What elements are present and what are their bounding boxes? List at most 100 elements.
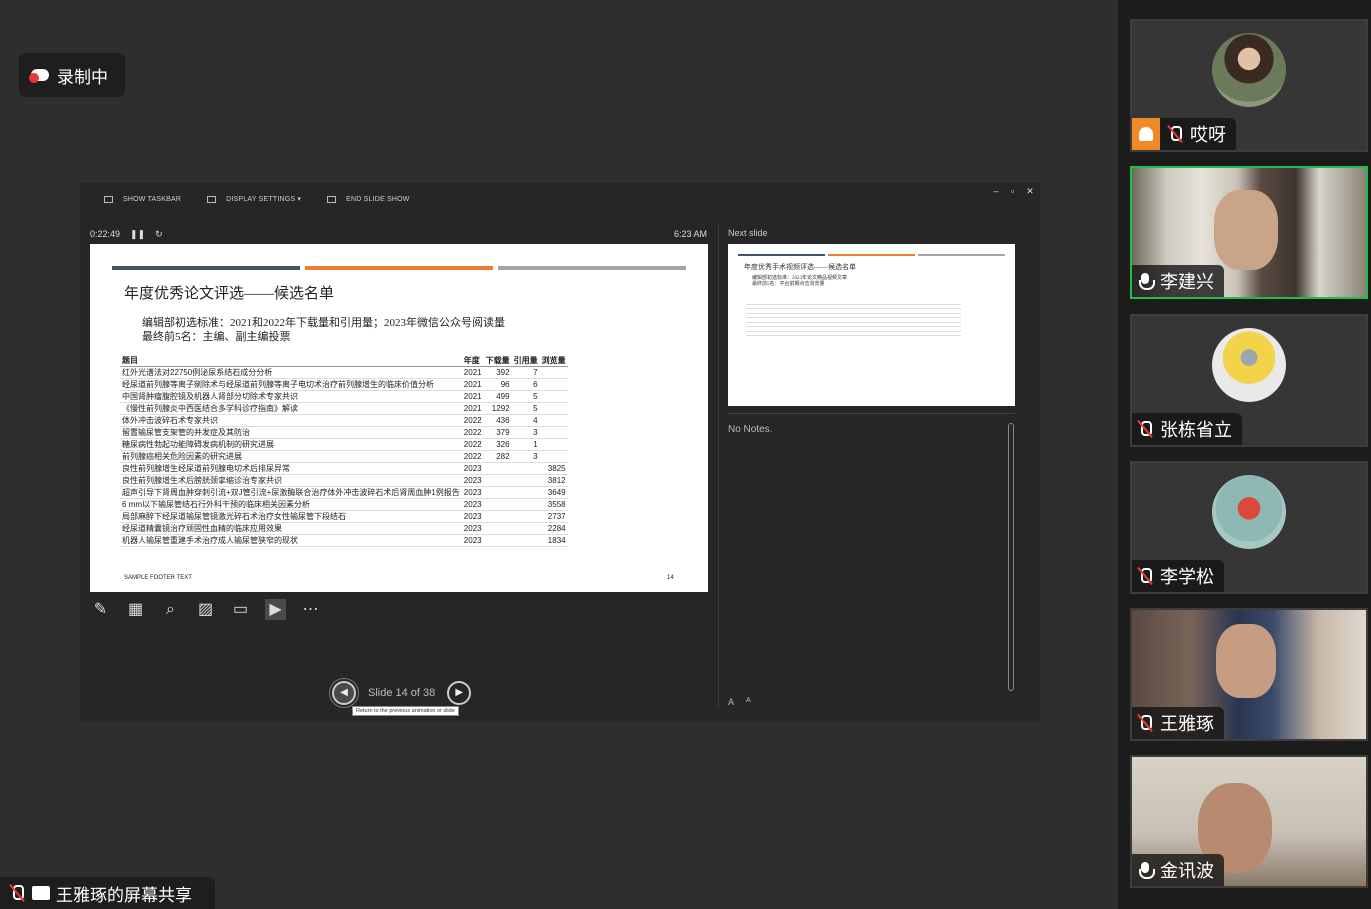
pane-divider[interactable]: [718, 223, 719, 708]
participant-tile-3[interactable]: 张栋省立: [1130, 314, 1368, 447]
table-row: 前列腺癌相关危险因素的研究进展 2022 282 3: [120, 450, 568, 463]
next-slide-preview[interactable]: 年度优秀手术视频评选——候选名单 编辑部初选标准：2023年论文精品视频文章 最…: [728, 244, 1015, 406]
see-all-slides-icon[interactable]: ▦: [125, 599, 146, 620]
table-cell: 3: [511, 450, 540, 463]
table-cell: 96: [483, 378, 512, 391]
table-cell: 机器人输尿管重建手术治疗成人输尿管狭窄的现状: [120, 534, 462, 547]
table-row: 超声引导下肾周血肿穿刺引流+双J管引流+尿激酶联合治疗体外冲击波碎石术后肾周血肿…: [120, 486, 568, 499]
table-row: 中国肾肿瘤腹腔镜及机器人肾部分切除术专家共识 2021 499 5: [120, 390, 568, 403]
next-accent-bars: [738, 254, 1005, 256]
table-cell: 中国肾肿瘤腹腔镜及机器人肾部分切除术专家共识: [120, 390, 462, 403]
table-cell: [511, 522, 540, 535]
table-cell: 良性前列腺增生术后膀胱颈挛缩诊治专家共识: [120, 474, 462, 487]
minimize-icon[interactable]: –: [994, 186, 999, 197]
mic-muted-icon: [1136, 420, 1154, 438]
table-cell: 2737: [539, 510, 568, 523]
table-cell: 2022: [461, 438, 484, 451]
table-cell: 326: [483, 438, 512, 451]
mic-muted-icon: [1136, 714, 1154, 732]
table-cell: 糖尿病性勃起功能障碍发病机制的研究进展: [120, 438, 462, 451]
next-slide-title: 年度优秀手术视频评选——候选名单: [744, 263, 856, 271]
participant-tile-4[interactable]: 李学松: [1130, 461, 1368, 594]
table-cell: [511, 486, 540, 499]
table-cell: [511, 474, 540, 487]
next-slide-label: Next slide: [728, 228, 768, 238]
table-cell: 局部麻醉下经尿道输尿管镜激光碎石术治疗女性输尿管下段结石: [120, 510, 462, 523]
participant-tile-2[interactable]: 李建兴: [1130, 166, 1368, 299]
table-cell: [483, 474, 512, 487]
slide-page-number: 14: [667, 575, 674, 581]
restore-icon[interactable]: ▫: [1011, 186, 1014, 197]
slide-timer: 0:22:49 ❚❚ ↻: [90, 229, 163, 240]
accent-bar-1: [112, 266, 300, 270]
presenter-view: SHOW TASKBAR DISPLAY SETTINGS ▾ END SLID…: [80, 183, 1040, 722]
table-cell: [539, 438, 568, 451]
show-taskbar-button[interactable]: SHOW TASKBAR: [104, 195, 181, 203]
presenter-toolbar: SHOW TASKBAR DISPLAY SETTINGS ▾ END SLID…: [80, 183, 1040, 215]
table-row: 机器人输尿管重建手术治疗成人输尿管狭窄的现状 2023 1834: [120, 534, 568, 547]
black-screen-icon[interactable]: ▨: [195, 599, 216, 620]
table-row: 《慢性前列腺炎中西医结合多学科诊疗指南》解读 2021 1292 5: [120, 402, 568, 415]
timer-value: 0:22:49: [90, 229, 121, 239]
table-cell: [511, 498, 540, 511]
participant-tile-6[interactable]: 金讯波: [1130, 755, 1368, 888]
decrease-font-button[interactable]: A: [746, 697, 751, 707]
table-cell: 经尿道精囊镜治疗顽固性血精的临床应用效果: [120, 522, 462, 535]
table-cell: 2022: [461, 414, 484, 427]
table-cell: 2022: [461, 450, 484, 463]
shared-screen-area: 录制中 SHOW TASKBAR DISPLAY SETTINGS ▾ END …: [0, 0, 1118, 909]
participant-face: [1214, 190, 1278, 270]
table-cell: [511, 534, 540, 547]
display-settings-button[interactable]: DISPLAY SETTINGS ▾: [207, 195, 301, 203]
previous-tooltip: Return to the previous animation or slid…: [352, 706, 459, 716]
next-slide-table: [746, 300, 961, 336]
camera-icon[interactable]: ▶: [265, 599, 286, 620]
table-cell: 3649: [539, 486, 568, 499]
table-cell: [539, 402, 568, 415]
participant-tile-1[interactable]: 哎呀: [1130, 19, 1368, 152]
table-cell: 2023: [461, 534, 484, 547]
display-icon: [207, 195, 217, 203]
increase-font-button[interactable]: A: [728, 697, 734, 707]
reset-timer-icon[interactable]: ↻: [155, 229, 163, 240]
table-cell: 2021: [461, 390, 484, 403]
next-slide-button[interactable]: ▶: [447, 681, 472, 705]
recording-cloud-icon: [29, 67, 51, 83]
table-cell: [539, 450, 568, 463]
current-slide[interactable]: 年度优秀论文评选——候选名单 编辑部初选标准：2021和2022年下载量和引用量…: [90, 244, 708, 592]
table-cell: 红外光谱法对22750例泌尿系结石成分分析: [120, 366, 462, 379]
table-header-row: 题目 年度 下载量 引用量 浏览量: [120, 355, 568, 367]
previous-slide-button[interactable]: ◀: [329, 678, 359, 708]
end-slide-show-button[interactable]: END SLIDE SHOW: [327, 195, 409, 203]
next-accent-bar-2: [828, 254, 915, 256]
table-cell: [539, 390, 568, 403]
zoom-icon[interactable]: ⌕: [160, 599, 181, 620]
table-cell: 2023: [461, 486, 484, 499]
table-cell: 2023: [461, 462, 484, 475]
table-cell: 6 mm以下输尿管结石行外科干预的临床相关因素分析: [120, 498, 462, 511]
subtitles-icon[interactable]: ▭: [230, 599, 251, 620]
table-cell: 超声引导下肾周血肿穿刺引流+双J管引流+尿激酶联合治疗体外冲击波碎石术后肾周血肿…: [120, 486, 462, 499]
mic-muted-icon: [1136, 567, 1154, 585]
notes-scrollbar[interactable]: [1008, 423, 1014, 691]
participant-panel: 哎呀 李建兴 张栋省立 李学松 王雅琢 金讯波: [1118, 0, 1371, 909]
table-cell: 2021: [461, 378, 484, 391]
more-options-icon[interactable]: ⋯: [300, 599, 321, 620]
pause-icon[interactable]: ❚❚: [130, 229, 145, 240]
close-icon[interactable]: ✕: [1026, 186, 1034, 197]
slide-footer: SAMPLE FOOTER TEXT: [124, 575, 192, 581]
table-cell: 5: [511, 390, 540, 403]
table-cell: 3812: [539, 474, 568, 487]
table-cell: 499: [483, 390, 512, 403]
table-cell: 392: [483, 366, 512, 379]
screen-share-indicator[interactable]: 王雅琢的屏幕共享: [0, 877, 215, 909]
clock: 6:23 AM: [674, 229, 708, 239]
recording-indicator[interactable]: 录制中: [19, 53, 125, 97]
mic-muted-icon: [8, 884, 26, 902]
table-cell: 2023: [461, 474, 484, 487]
pen-icon[interactable]: ✎: [90, 599, 111, 620]
window-controls: – ▫ ✕: [994, 186, 1034, 197]
participant-name-bar: 李学松: [1132, 560, 1224, 592]
table-cell: 2021: [461, 402, 484, 415]
participant-tile-5[interactable]: 王雅琢: [1130, 608, 1368, 741]
